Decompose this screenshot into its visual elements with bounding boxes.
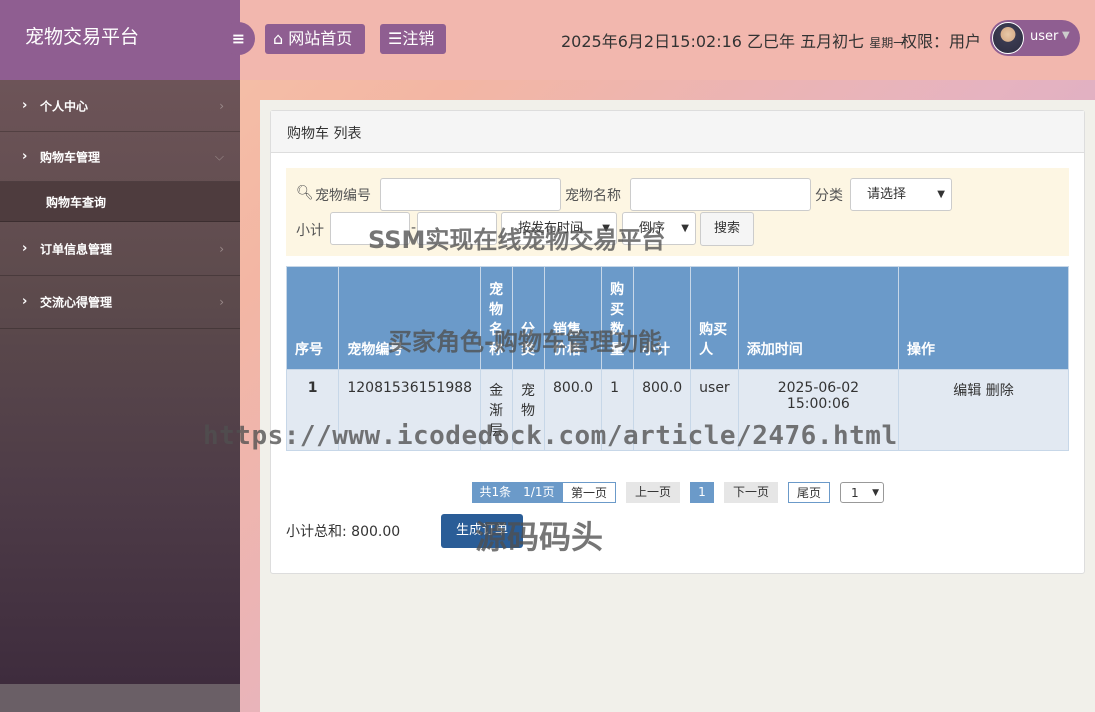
pager-select-value: 1 <box>851 486 859 500</box>
cell-actions: 编辑 删除 <box>898 369 1069 451</box>
col-index: 序号 <box>285 266 340 370</box>
pager-current-page[interactable]: 1 <box>690 482 714 503</box>
category-label: 分类 <box>815 188 843 204</box>
cell-pet-no: 12081536151988 <box>338 369 482 451</box>
cell-buyer: user <box>690 369 739 451</box>
chevron-right-icon: › <box>219 295 224 309</box>
subtotal-max-input[interactable] <box>417 212 497 245</box>
home-button[interactable]: ⌂ 网站首页 <box>265 24 365 54</box>
home-button-label: 网站首页 <box>288 29 353 48</box>
range-dash: - <box>411 220 417 236</box>
col-buyer: 购买人 <box>690 266 739 370</box>
chevron-down-icon: ▼ <box>681 223 689 234</box>
user-menu[interactable]: user ▼ <box>990 20 1080 56</box>
subtotal-filter-label: 小计 <box>296 223 324 239</box>
category-select[interactable]: 请选择 ▼ <box>850 178 952 211</box>
chevron-right-icon: › <box>22 240 28 256</box>
col-pet-no: 宠物编号 <box>338 266 482 370</box>
username: user <box>1030 29 1059 44</box>
hamburger-icon: ≡ <box>231 29 246 48</box>
pager-total: 共1条 1/1页 <box>472 482 562 503</box>
chevron-down-icon: ▼ <box>602 223 610 234</box>
sidebar-item-label: 交流心得管理 <box>40 295 113 310</box>
sidebar-item-label: 购物车查询 <box>46 195 107 209</box>
pet-no-input[interactable] <box>380 178 561 211</box>
search-icon: 🔍︎ <box>296 185 314 201</box>
sidebar-item-order-management[interactable]: › 订单信息管理 › <box>0 222 240 276</box>
home-icon: ⌂ <box>273 29 284 48</box>
col-pet-name: 宠物名称 <box>480 266 514 370</box>
chevron-right-icon: › <box>219 241 224 256</box>
chevron-right-icon: › <box>22 97 28 113</box>
pet-name-label: 宠物名称 <box>565 188 621 204</box>
chevron-down-icon: ▼ <box>937 189 945 200</box>
sort-field-select[interactable]: 按发布时间 ▼ <box>501 212 617 245</box>
cell-index: 1 <box>285 369 340 451</box>
pet-name-input[interactable] <box>630 178 811 211</box>
col-subtotal: 小计 <box>633 266 692 370</box>
chevron-down-icon: ▼ <box>872 488 879 498</box>
logout-button-label: 注销 <box>402 29 435 48</box>
list-icon: ☰ <box>388 29 403 48</box>
col-price: 销售价格 <box>543 266 603 370</box>
cell-subtotal: 800.0 <box>633 369 692 451</box>
chevron-down-icon: ⌵ <box>214 149 224 163</box>
weekday-text: 星期一 <box>869 36 906 50</box>
cell-category: 宠物 <box>512 369 545 451</box>
table-row: 1 12081536151988 金渐层 宠物 800.0 1 800.0 us… <box>285 369 1069 451</box>
category-select-value: 请选择 <box>867 187 907 202</box>
sidebar-item-cart-management[interactable]: › 购物车管理 ⌵ <box>0 132 240 182</box>
pet-no-label: 宠物编号 <box>315 188 371 204</box>
sidebar-item-label: 个人中心 <box>40 99 89 113</box>
sidebar-item-label: 购物车管理 <box>40 150 101 164</box>
pager-last-button[interactable]: 尾页 <box>788 482 830 503</box>
brand-title: 宠物交易平台 <box>0 0 240 80</box>
chevron-right-icon: › <box>22 148 28 164</box>
sort-order-select[interactable]: 倒序 ▼ <box>622 212 696 245</box>
edit-link[interactable]: 编辑 <box>953 383 981 399</box>
col-actions: 操作 <box>898 266 1069 370</box>
col-qty: 购买数量 <box>601 266 635 370</box>
pager-page-select[interactable]: 1 ▼ <box>840 482 884 503</box>
col-added-time: 添加时间 <box>737 266 900 370</box>
sort-order-value: 倒序 <box>639 221 666 236</box>
search-button[interactable]: 搜索 <box>700 212 754 246</box>
panel-title: 购物车 列表 <box>271 111 1084 153</box>
sidebar-item-experience-management[interactable]: › 交流心得管理 › <box>0 276 240 329</box>
chevron-right-icon: › <box>22 294 28 310</box>
pager-next-button[interactable]: 下一页 <box>724 482 778 503</box>
sidebar-subitem-cart-query[interactable]: 购物车查询 <box>0 182 240 222</box>
pager-prev-button[interactable]: 上一页 <box>626 482 680 503</box>
caret-down-icon: ▼ <box>1062 30 1070 41</box>
chevron-right-icon: › <box>219 98 224 113</box>
sidebar-item-label: 订单信息管理 <box>40 242 113 256</box>
menu-toggle-button[interactable]: ≡ <box>222 22 255 55</box>
datetime-display: 2025年6月2日15:02:16 乙巳年 五月初七 星期一 <box>561 28 905 52</box>
sidebar-item-personal-center[interactable]: › 个人中心 › <box>0 80 240 132</box>
cell-pet-name: 金渐层 <box>480 369 514 451</box>
subtotal-sum: 小计总和: 800.00 <box>286 524 401 540</box>
sort-field-value: 按发布时间 <box>518 221 584 236</box>
cell-qty: 1 <box>601 369 635 451</box>
table-header-row: 序号 宠物编号 宠物名称 分类 销售价格 购买数量 小计 购买人 添加时间 操作 <box>285 266 1069 370</box>
delete-link[interactable]: 删除 <box>986 383 1014 399</box>
cell-added-time: 2025-06-02 15:00:06 <box>737 369 900 451</box>
logout-button[interactable]: ☰注销 <box>380 24 446 54</box>
sidebar: 宠物交易平台 › 个人中心 › › 购物车管理 ⌵ 购物车查询 › 订单信息管理… <box>0 0 240 712</box>
datetime-text: 2025年6月2日15:02:16 乙巳年 五月初七 <box>561 32 865 51</box>
subtotal-min-input[interactable] <box>330 212 410 245</box>
avatar <box>992 22 1024 54</box>
generate-order-button[interactable]: 生成订单 <box>441 514 523 548</box>
col-category: 分类 <box>512 266 545 370</box>
permission-text: 权限：用户 <box>901 32 982 51</box>
pager-first-button[interactable]: 第一页 <box>562 482 616 503</box>
cell-price: 800.0 <box>543 369 603 451</box>
cart-table: 序号 宠物编号 宠物名称 分类 销售价格 购买数量 小计 购买人 添加时间 操作… <box>285 266 1069 451</box>
